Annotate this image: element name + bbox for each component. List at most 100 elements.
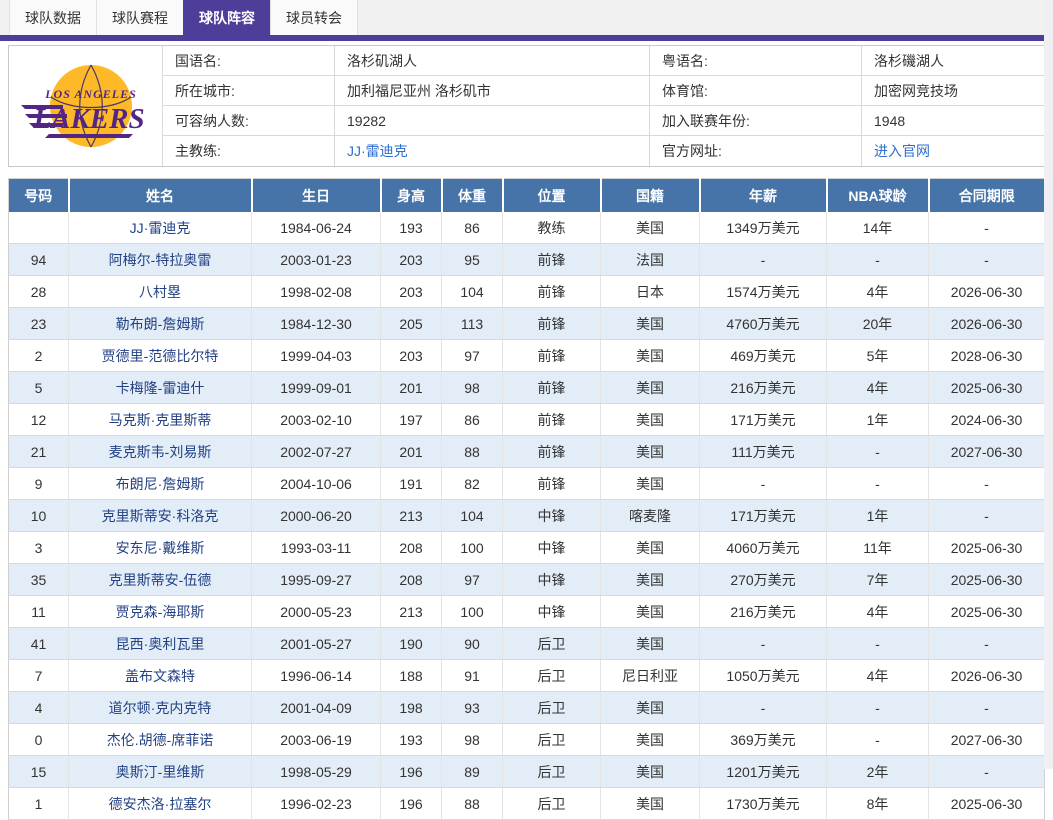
player-name-link[interactable]: 杰伦.胡德-席菲诺 <box>107 732 214 748</box>
player-name-link[interactable]: 马克斯·克里斯蒂 <box>109 412 212 428</box>
cell-nba-years: 4年 <box>827 596 929 628</box>
cell-height: 203 <box>381 244 442 276</box>
cell-position: 前锋 <box>503 372 601 404</box>
cell-number: 10 <box>9 500 69 532</box>
info-link-official-site[interactable]: 进入官网 <box>874 141 930 161</box>
cell-salary: 4060万美元 <box>700 532 827 564</box>
info-link-head-coach[interactable]: JJ·雷迪克 <box>347 141 408 161</box>
player-name-link[interactable]: 奥斯汀-里维斯 <box>116 764 205 780</box>
cell-nationality: 美国 <box>601 788 700 820</box>
player-name-link[interactable]: 克里斯蒂安·科洛克 <box>102 508 219 524</box>
logo-line2: LAKERS <box>32 103 144 135</box>
cell-number: 5 <box>9 372 69 404</box>
roster-header-nationality: 国籍 <box>601 179 700 213</box>
cell-height: 196 <box>381 756 442 788</box>
player-name-link[interactable]: 阿梅尔-特拉奥雷 <box>109 252 212 268</box>
cell-contract: - <box>929 468 1045 500</box>
cell-nba-years: 11年 <box>827 532 929 564</box>
cell-height: 213 <box>381 596 442 628</box>
cell-weight: 88 <box>442 436 503 468</box>
cell-position: 中锋 <box>503 500 601 532</box>
cell-salary: 469万美元 <box>700 340 827 372</box>
tab-team-roster[interactable]: 球队阵容 <box>183 0 271 35</box>
cell-weight: 98 <box>442 372 503 404</box>
roster-table: 号码姓名生日身高体重位置国籍年薪NBA球龄合同期限 JJ·雷迪克1984-06-… <box>8 178 1045 820</box>
player-name-link[interactable]: 贾德里-范德比尔特 <box>102 348 219 364</box>
cell-position: 后卫 <box>503 724 601 756</box>
cell-position: 中锋 <box>503 532 601 564</box>
cell-birthday: 1998-02-08 <box>252 276 381 308</box>
cell-height: 208 <box>381 532 442 564</box>
cell-contract: - <box>929 244 1045 276</box>
player-name-link[interactable]: 道尔顿·克内克特 <box>109 700 212 716</box>
cell-number: 12 <box>9 404 69 436</box>
roster-row: 28八村塁1998-02-08203104前锋日本1574万美元4年2026-0… <box>9 276 1045 308</box>
tab-underline <box>0 35 1044 41</box>
cell-weight: 95 <box>442 244 503 276</box>
team-logo: LOS ANGELES LAKERS <box>9 46 162 166</box>
cell-nba-years: 2年 <box>827 756 929 788</box>
info-value-city: 加利福尼亚州 洛杉矶市 <box>334 76 649 106</box>
cell-number: 3 <box>9 532 69 564</box>
cell-nationality: 美国 <box>601 436 700 468</box>
cell-birthday: 2000-06-20 <box>252 500 381 532</box>
cell-nationality: 日本 <box>601 276 700 308</box>
cell-weight: 90 <box>442 628 503 660</box>
cell-nba-years: 7年 <box>827 564 929 596</box>
cell-salary: 171万美元 <box>700 500 827 532</box>
player-name-link[interactable]: 麦克斯韦-刘易斯 <box>109 444 212 460</box>
cell-height: 198 <box>381 692 442 724</box>
player-name: 马克斯·克里斯蒂 <box>69 404 252 436</box>
info-value-official-site: 进入官网 <box>861 136 1045 166</box>
tab-player-transfers[interactable]: 球员转会 <box>270 0 358 35</box>
roster-header-number: 号码 <box>9 179 69 213</box>
cell-height: 213 <box>381 500 442 532</box>
cell-number: 7 <box>9 660 69 692</box>
player-name: 昆西·奥利瓦里 <box>69 628 252 660</box>
player-name-link[interactable]: 安东尼·戴维斯 <box>116 540 205 556</box>
player-name-link[interactable]: 卡梅隆-雷迪什 <box>116 380 205 396</box>
cell-weight: 98 <box>442 724 503 756</box>
cell-nba-years: 1年 <box>827 500 929 532</box>
player-name-link[interactable]: 贾克森-海耶斯 <box>116 604 205 620</box>
cell-nationality: 喀麦隆 <box>601 500 700 532</box>
cell-salary: 216万美元 <box>700 372 827 404</box>
cell-contract: 2025-06-30 <box>929 788 1045 820</box>
info-value-capacity: 19282 <box>334 106 649 136</box>
roster-row: 12马克斯·克里斯蒂2003-02-1019786前锋美国171万美元1年202… <box>9 404 1045 436</box>
player-name-link[interactable]: 德安杰洛·拉塞尔 <box>109 796 212 812</box>
roster-header-row: 号码姓名生日身高体重位置国籍年薪NBA球龄合同期限 <box>9 179 1045 213</box>
cell-number: 0 <box>9 724 69 756</box>
player-name-link[interactable]: 勒布朗-詹姆斯 <box>116 316 205 332</box>
roster-row: 35克里斯蒂安-伍德1995-09-2720897中锋美国270万美元7年202… <box>9 564 1045 596</box>
cell-nba-years: 4年 <box>827 372 929 404</box>
cell-nba-years: - <box>827 692 929 724</box>
cell-salary: - <box>700 468 827 500</box>
cell-nba-years: 4年 <box>827 660 929 692</box>
roster-header-height: 身高 <box>381 179 442 213</box>
player-name-link[interactable]: JJ·雷迪克 <box>130 220 191 236</box>
team-tabs: 球队数据球队赛程球队阵容球员转会 <box>0 0 1053 35</box>
player-name-link[interactable]: 布朗尼·詹姆斯 <box>116 476 205 492</box>
player-name: 杰伦.胡德-席菲诺 <box>69 724 252 756</box>
cell-nba-years: 5年 <box>827 340 929 372</box>
cell-nba-years: 20年 <box>827 308 929 340</box>
cell-nationality: 美国 <box>601 756 700 788</box>
cell-position: 后卫 <box>503 756 601 788</box>
player-name: 德安杰洛·拉塞尔 <box>69 788 252 820</box>
tab-team-schedule[interactable]: 球队赛程 <box>96 0 184 35</box>
player-name-link[interactable]: 昆西·奥利瓦里 <box>116 636 205 652</box>
info-label-head-coach: 主教练: <box>162 136 334 166</box>
cell-salary: 171万美元 <box>700 404 827 436</box>
player-name: JJ·雷迪克 <box>69 212 252 244</box>
cell-number: 2 <box>9 340 69 372</box>
cell-salary: 111万美元 <box>700 436 827 468</box>
cell-position: 前锋 <box>503 404 601 436</box>
cell-birthday: 2004-10-06 <box>252 468 381 500</box>
player-name-link[interactable]: 克里斯蒂安-伍德 <box>109 572 212 588</box>
player-name-link[interactable]: 八村塁 <box>139 284 181 300</box>
player-name-link[interactable]: 盖布文森特 <box>125 668 195 684</box>
cell-contract: 2027-06-30 <box>929 436 1045 468</box>
tab-team-data[interactable]: 球队数据 <box>9 0 97 35</box>
cell-weight: 82 <box>442 468 503 500</box>
